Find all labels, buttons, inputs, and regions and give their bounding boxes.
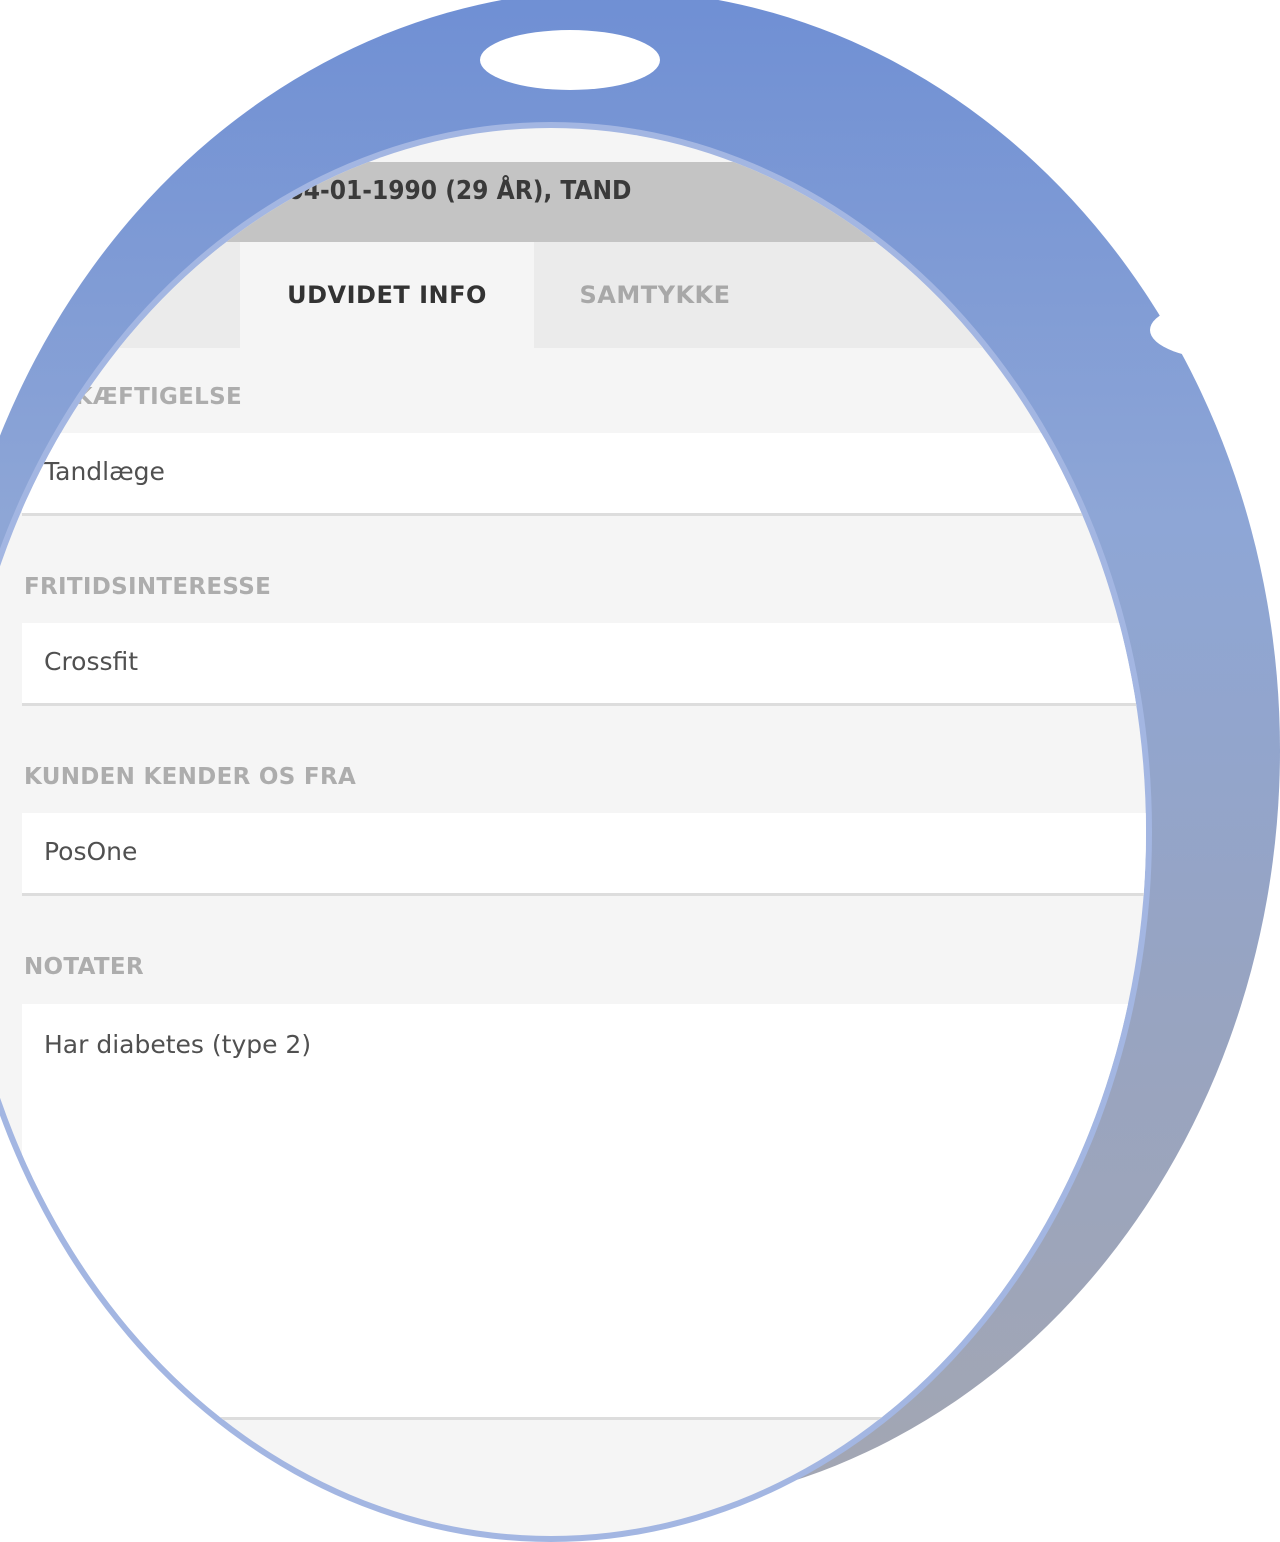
- tab-samtykke[interactable]: SAMTYKKE: [534, 242, 776, 348]
- hobby-label: FRITIDSINTERESSE: [24, 574, 272, 600]
- occupation-label: BESKÆFTIGELSE: [24, 384, 242, 410]
- occupation-value: Tandlæge: [44, 457, 165, 486]
- customer-panel: RSEN, 04-01-1990 (29 ÅR), TAND TAMDATA U…: [0, 128, 1146, 1440]
- tab-bar: TAMDATA UDVIDET INFO SAMTYKKE: [0, 242, 1146, 348]
- referral-value: PosOne: [44, 837, 138, 866]
- tab-stamdata[interactable]: TAMDATA: [0, 242, 240, 348]
- occupation-field[interactable]: Tandlæge: [22, 433, 1146, 516]
- paint-splash: [0, 0, 220, 120]
- patient-header-text: RSEN, 04-01-1990 (29 ÅR), TAND: [200, 176, 632, 206]
- paint-splash: [480, 30, 660, 90]
- notes-textarea[interactable]: Har diabetes (type 2): [22, 1004, 1146, 1420]
- referral-label: KUNDEN KENDER OS FRA: [24, 764, 357, 790]
- magnifier-lens: RSEN, 04-01-1990 (29 ÅR), TAND TAMDATA U…: [0, 128, 1146, 1536]
- hobby-field[interactable]: Crossfit: [22, 623, 1146, 706]
- notes-label: NOTATER: [24, 954, 144, 980]
- tab-udvidet-info[interactable]: UDVIDET INFO: [240, 242, 534, 348]
- notes-value: Har diabetes (type 2): [44, 1030, 312, 1059]
- hobby-value: Crossfit: [44, 647, 139, 676]
- referral-field[interactable]: PosOne: [22, 813, 1146, 896]
